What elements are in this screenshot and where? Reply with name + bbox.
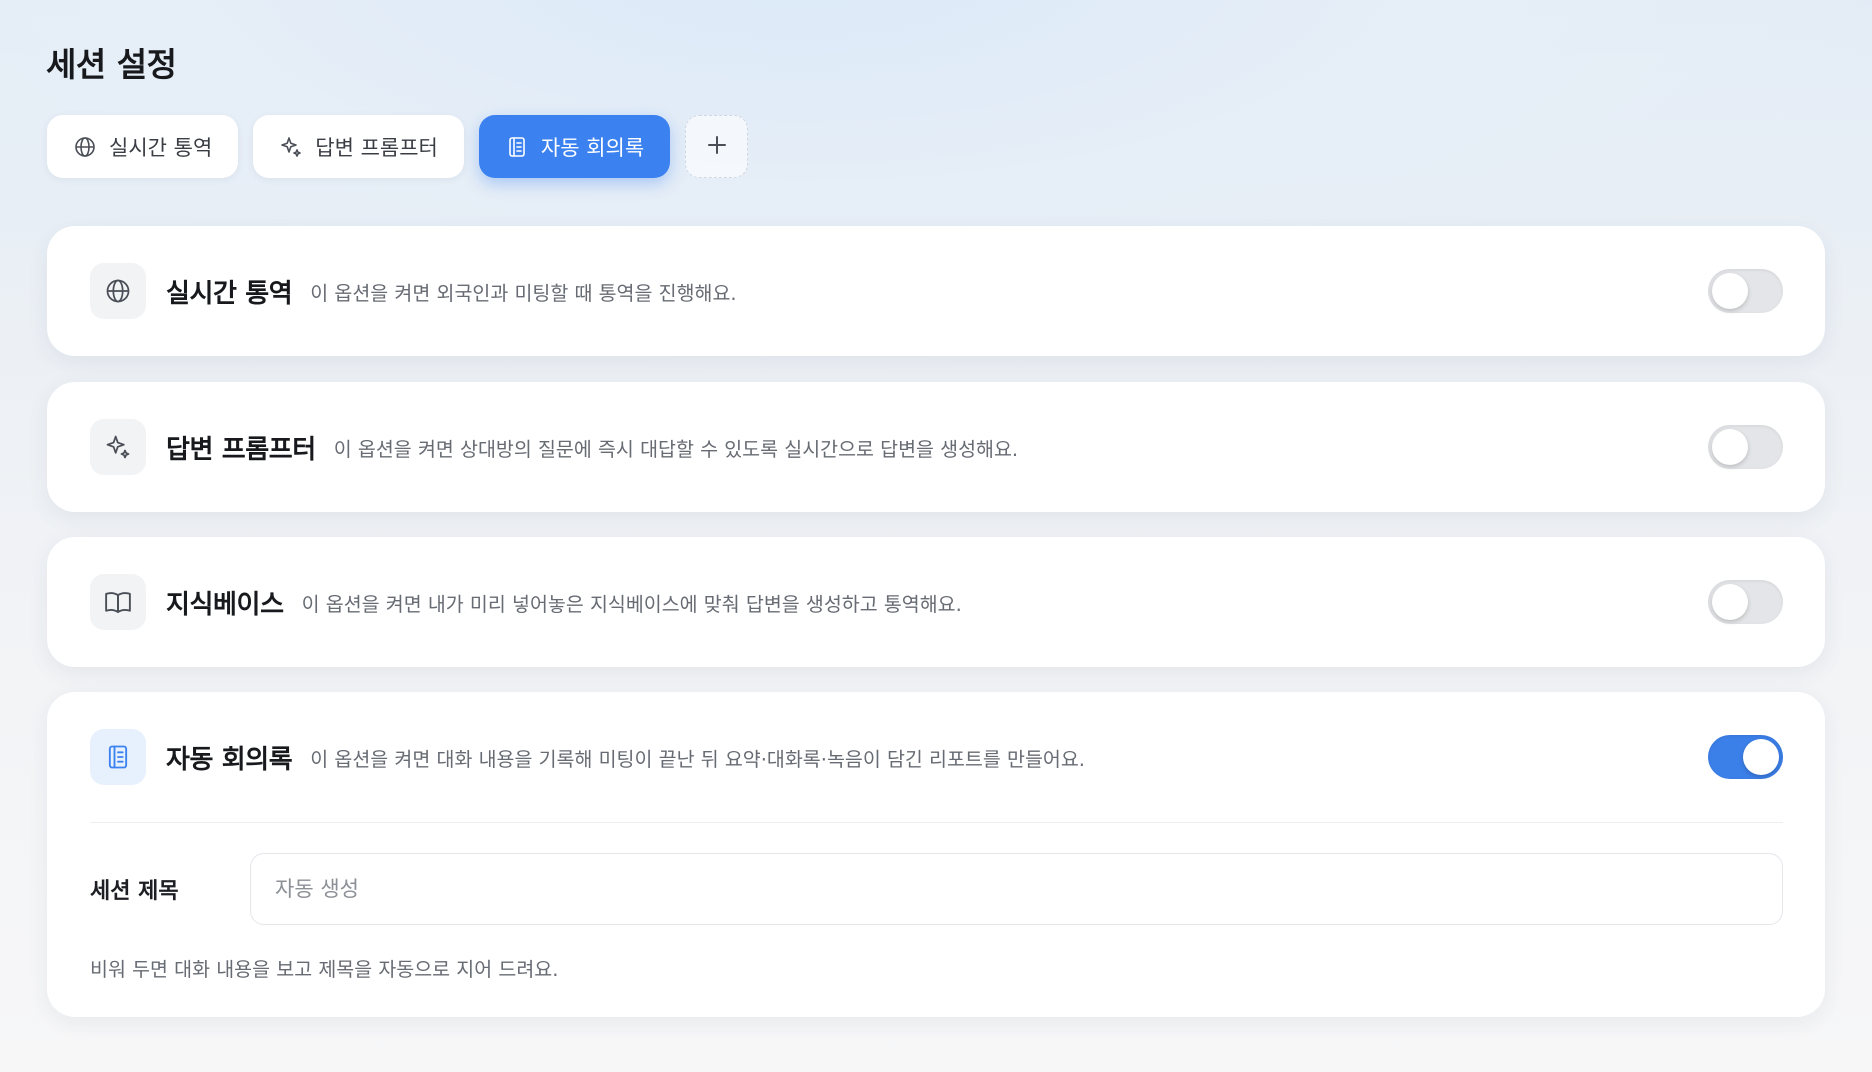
tab-label: 실시간 통역 bbox=[109, 135, 213, 160]
option-title: 실시간 통역 bbox=[166, 278, 293, 309]
session-title-input[interactable] bbox=[250, 853, 1783, 925]
option-card-knowledge-base: 지식베이스 이 옵션을 켜면 내가 미리 넣어놓은 지식베이스에 맞춰 답변을 … bbox=[47, 537, 1825, 667]
realtime-interpretation-toggle[interactable] bbox=[1708, 269, 1783, 313]
option-description: 이 옵션을 켜면 대화 내용을 기록해 미팅이 끝난 뒤 요약·대화록·녹음이 … bbox=[310, 747, 1085, 771]
option-card-auto-minutes: 자동 회의록 이 옵션을 켜면 대화 내용을 기록해 미팅이 끝난 뒤 요약·대… bbox=[47, 692, 1825, 1017]
sparkle-icon bbox=[279, 135, 303, 159]
option-tabs: 실시간 통역 답변 프롬프터 자동 회의록 bbox=[47, 115, 749, 178]
tab-label: 자동 회의록 bbox=[540, 135, 645, 160]
option-card-realtime-interpretation: 실시간 통역 이 옵션을 켜면 외국인과 미팅할 때 통역을 진행해요. bbox=[47, 226, 1825, 356]
tab-label: 답변 프롬프터 bbox=[315, 135, 438, 160]
option-title: 지식베이스 bbox=[166, 589, 284, 620]
session-title-label: 세션 제목 bbox=[90, 879, 179, 904]
answer-prompter-toggle[interactable] bbox=[1708, 425, 1783, 469]
add-tab-button[interactable] bbox=[685, 115, 749, 178]
document-icon bbox=[90, 729, 146, 785]
session-title-help: 비워 두면 대화 내용을 보고 제목을 자동으로 지어 드려요. bbox=[90, 958, 559, 981]
auto-minutes-toggle[interactable] bbox=[1708, 735, 1783, 779]
option-description: 이 옵션을 켜면 상대방의 질문에 즉시 대답할 수 있도록 실시간으로 답변을… bbox=[333, 437, 1019, 461]
option-description: 이 옵션을 켜면 외국인과 미팅할 때 통역을 진행해요. bbox=[310, 281, 737, 305]
session-title-field: 세션 제목 bbox=[47, 823, 1825, 925]
globe-icon bbox=[90, 263, 146, 319]
option-description: 이 옵션을 켜면 내가 미리 넣어놓은 지식베이스에 맞춰 답변을 생성하고 통… bbox=[301, 592, 962, 616]
tab-realtime-interpretation[interactable]: 실시간 통역 bbox=[47, 115, 239, 178]
toggle-knob bbox=[1712, 273, 1748, 309]
sparkle-icon bbox=[90, 419, 146, 475]
globe-icon bbox=[73, 135, 97, 159]
page-title: 세션 설정 bbox=[46, 45, 177, 84]
tab-auto-minutes[interactable]: 자동 회의록 bbox=[478, 115, 671, 178]
knowledge-base-toggle[interactable] bbox=[1708, 580, 1783, 624]
session-settings-page: 세션 설정 실시간 통역 답변 프롬프터 자동 회의록 실시간 통역 이 옵션을… bbox=[0, 0, 1872, 1072]
toggle-knob bbox=[1743, 739, 1779, 775]
book-icon bbox=[90, 574, 146, 630]
option-card-answer-prompter: 답변 프롬프터 이 옵션을 켜면 상대방의 질문에 즉시 대답할 수 있도록 실… bbox=[47, 382, 1825, 512]
tab-answer-prompter[interactable]: 답변 프롬프터 bbox=[253, 115, 464, 178]
option-title: 답변 프롬프터 bbox=[166, 434, 316, 465]
toggle-knob bbox=[1712, 429, 1748, 465]
plus-icon bbox=[706, 134, 728, 160]
option-title: 자동 회의록 bbox=[166, 744, 293, 775]
document-icon bbox=[505, 135, 529, 159]
toggle-knob bbox=[1712, 584, 1748, 620]
